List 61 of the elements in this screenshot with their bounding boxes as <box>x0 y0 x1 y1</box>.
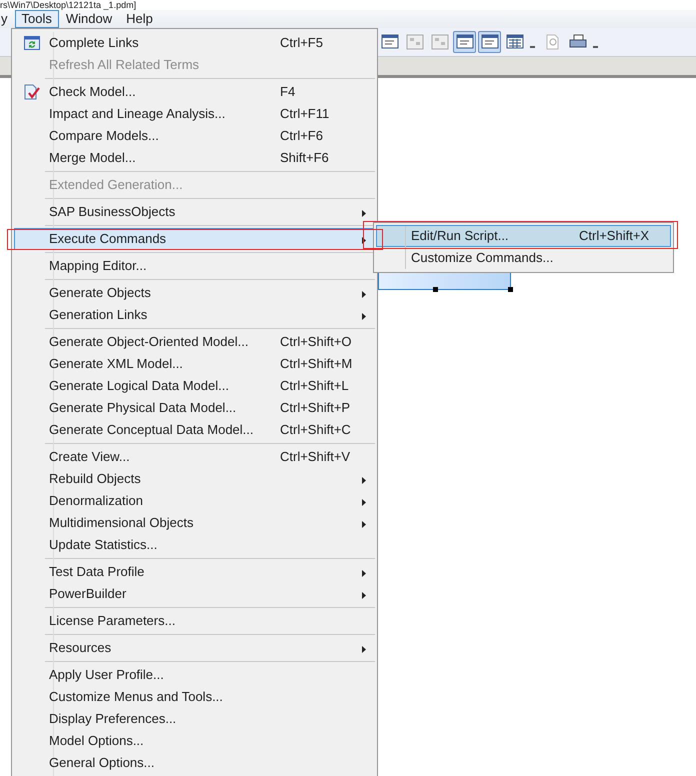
menu-item[interactable]: Rebuild Objects <box>14 468 375 490</box>
menu-item[interactable]: Generation Links <box>14 304 375 326</box>
menu-item[interactable]: Check Model... F4 <box>14 81 375 103</box>
toolbar-overflow-icon[interactable] <box>593 46 598 50</box>
menu-item[interactable]: Impact and Lineage Analysis... Ctrl+F11 <box>14 103 375 125</box>
menu-item[interactable]: Test Data Profile <box>14 561 375 583</box>
window-icon <box>506 34 524 50</box>
submenu-arrow-icon <box>362 291 366 298</box>
menu-item[interactable]: Model Options... <box>14 730 375 752</box>
submenu-arrow-icon <box>362 570 366 577</box>
diagram-icon <box>406 34 424 50</box>
menu-item[interactable]: Merge Model... Shift+F6 <box>14 147 375 169</box>
toolbar-button[interactable] <box>453 31 476 53</box>
menu-item[interactable]: Generate XML Model... Ctrl+Shift+M <box>14 353 375 375</box>
document-check-icon <box>24 84 40 100</box>
print-preview-icon <box>544 34 562 50</box>
menu-bar-item[interactable]: y <box>0 10 14 28</box>
menu-item[interactable]: Generate Logical Data Model... Ctrl+Shift+L <box>14 375 375 397</box>
menu-item[interactable]: General Options... <box>14 752 375 774</box>
menu-item[interactable]: Generate Objects <box>14 282 375 304</box>
menu-bar-item[interactable]: Tools <box>14 10 59 28</box>
menu-item[interactable]: Execute Commands <box>14 228 375 250</box>
menu-item[interactable]: Generate Object-Oriented Model... Ctrl+Shift+O <box>14 331 375 353</box>
menu-item[interactable]: Generate Physical Data Model... Ctrl+Shift+P <box>14 397 375 419</box>
submenu-arrow-icon <box>362 237 366 244</box>
menu-item[interactable]: Create View... Ctrl+Shift+V <box>14 446 375 468</box>
resize-handle[interactable] <box>508 287 513 292</box>
window-title: rs\Win7\Desktop\12121ta _1.pdm] <box>0 0 136 10</box>
submenu-arrow-icon <box>362 592 366 599</box>
menu-item[interactable]: PowerBuilder <box>14 583 375 605</box>
menu-item[interactable]: Apply User Profile... <box>14 664 375 686</box>
window-icon <box>380 34 398 50</box>
menu-item[interactable]: Edit/Run Script... Ctrl+Shift+X <box>376 225 671 247</box>
menu-item[interactable]: Mapping Editor... <box>14 255 375 277</box>
window-icon <box>480 34 498 50</box>
menu-item[interactable]: Update Statistics... <box>14 534 375 556</box>
menu-item[interactable]: Resources <box>14 637 375 659</box>
submenu-arrow-icon <box>362 499 366 506</box>
resize-handle[interactable] <box>433 287 438 292</box>
diagram-icon <box>430 34 448 50</box>
toolbar-overflow-icon[interactable] <box>530 46 535 50</box>
refresh-icon <box>24 36 40 50</box>
menu-item[interactable]: Display Preferences... <box>14 708 375 730</box>
submenu-arrow-icon <box>362 477 366 484</box>
menu-bar-item[interactable]: Window <box>58 10 120 28</box>
menu-bar-item[interactable]: Help <box>119 10 160 28</box>
window-icon <box>456 34 474 50</box>
toolbar-button[interactable] <box>478 31 501 53</box>
menu-item[interactable]: Compare Models... Ctrl+F6 <box>14 125 375 147</box>
menu-item[interactable]: Denormalization <box>14 490 375 512</box>
menu-item[interactable]: SAP BusinessObjects <box>14 201 375 223</box>
submenu-arrow-icon <box>362 210 366 217</box>
menu-item[interactable]: License Parameters... <box>14 610 375 632</box>
submenu-arrow-icon <box>362 646 366 653</box>
menu-item[interactable]: Customize Commands... <box>376 247 671 269</box>
menu-item[interactable]: Customize Menus and Tools... <box>14 686 375 708</box>
menu-item[interactable]: Generate Conceptual Data Model... Ctrl+Shift+C <box>14 419 375 441</box>
submenu-arrow-icon <box>362 313 366 320</box>
submenu-arrow-icon <box>362 521 366 528</box>
menu-item[interactable]: Multidimensional Objects <box>14 512 375 534</box>
printer-icon <box>568 34 586 50</box>
